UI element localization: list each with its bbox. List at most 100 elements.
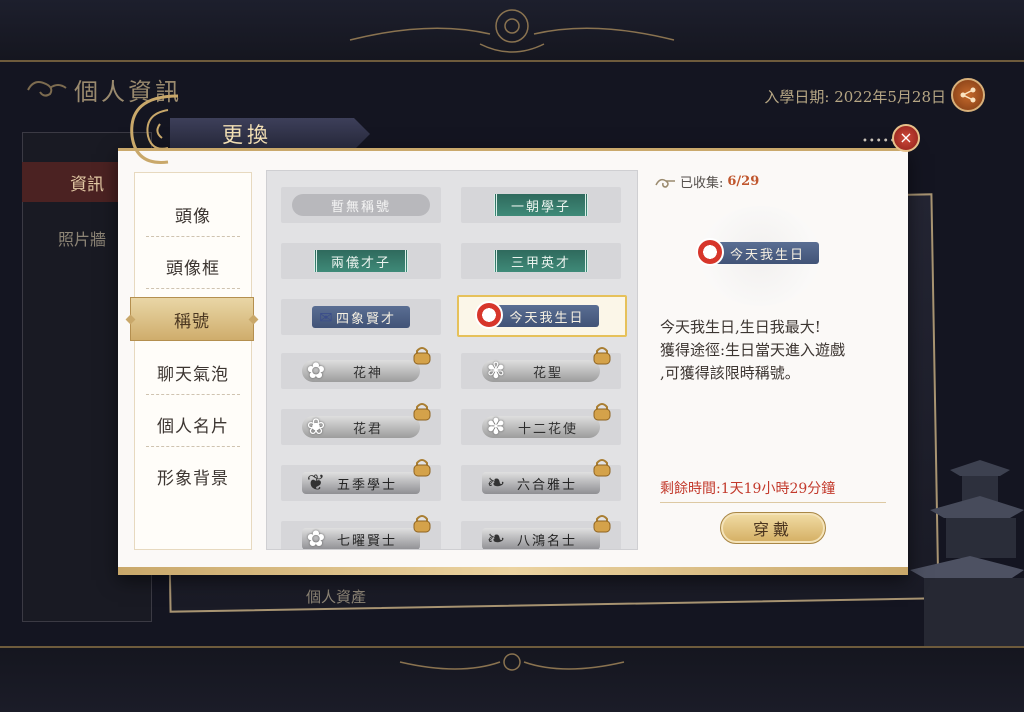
ribbon-icon: ❦: [306, 470, 328, 496]
title-item[interactable]: ✽ 十二花使: [461, 403, 621, 445]
collected-label: 已收集:: [680, 176, 724, 191]
separator: [146, 288, 240, 289]
flower-icon: ❀: [306, 414, 328, 440]
bottom-ornament: [399, 653, 625, 671]
title-badge: ✿ 花神: [302, 359, 420, 384]
category-image-background[interactable]: 形象背景: [134, 450, 252, 502]
title-item[interactable]: ✿ 七曜賢士: [281, 515, 441, 549]
share-button[interactable]: [951, 78, 985, 112]
collected-count: 已收集: 6/29: [654, 172, 759, 191]
preview-title-badge: 今天我生日: [696, 238, 820, 266]
flower-icon: ✽: [486, 414, 508, 440]
category-label: 頭像框: [166, 258, 220, 279]
title-item[interactable]: 兩儀才子: [281, 243, 441, 279]
title-item[interactable]: ❧ 八鴻名士: [461, 515, 621, 549]
lock-icon: [593, 403, 611, 421]
category-label: 稱號: [174, 311, 210, 332]
title-badge: ❧ 八鴻名士: [482, 527, 600, 549]
title-label: 六合雅士: [516, 477, 577, 493]
title-item[interactable]: ✾ 花聖: [461, 347, 621, 389]
desc-line: 獲得途徑:生日當天進入遊戲: [660, 341, 846, 359]
title-item[interactable]: ❀ 花君: [281, 403, 441, 445]
title-badge: ❧ 六合雅士: [482, 471, 600, 496]
dialog-bottom-bar: [118, 567, 908, 575]
divider: [660, 502, 886, 503]
title-badge: ✾ 花聖: [482, 359, 600, 384]
lock-icon: [593, 515, 611, 533]
category-chat-bubble[interactable]: 聊天氣泡: [134, 346, 252, 398]
separator: [146, 394, 240, 395]
separator: [146, 446, 240, 447]
swirl-icon: [655, 178, 675, 188]
category-avatar-frame[interactable]: 頭像框: [134, 240, 252, 292]
category-avatar[interactable]: 頭像: [134, 188, 252, 240]
title-grid: 暫無稱號 一朝學子 兩儀才子 三甲英才 ✉ 四象賢才 今天我生日 ✿ 花神 ✾ …: [266, 170, 638, 550]
scroll-icon: ✉: [319, 307, 335, 327]
category-label: 形象背景: [157, 468, 229, 489]
close-icon: ×: [899, 128, 913, 147]
title-label: 五季學士: [336, 477, 397, 493]
title-badge: ✽ 十二花使: [482, 415, 600, 440]
feather-icon: ❧: [486, 526, 508, 550]
title-item[interactable]: ❦ 五季學士: [281, 459, 441, 501]
desc-line: ,可獲得該限時稱號。: [660, 364, 800, 382]
category-label: 聊天氣泡: [157, 364, 229, 385]
top-ornament: [349, 9, 675, 53]
title-badge: 今天我生日: [696, 238, 820, 266]
title-badge: 兩儀才子: [313, 250, 408, 272]
wear-button[interactable]: 穿戴: [720, 512, 826, 544]
birthday-cake-icon: [475, 301, 504, 329]
title-badge: ✿ 七曜賢士: [302, 527, 420, 549]
personal-assets-label: 個人資產: [306, 588, 367, 606]
enroll-label: 入學日期:: [764, 88, 830, 106]
category-title[interactable]: 稱號: [130, 297, 254, 341]
title-badge: 暫無稱號: [292, 194, 430, 216]
birthday-cake-icon: [696, 238, 724, 266]
title-item[interactable]: 暫無稱號: [281, 187, 441, 223]
title-badge: ❀ 花君: [302, 415, 420, 440]
enroll-value: 2022年5月28日: [834, 88, 946, 106]
lock-icon: [413, 403, 431, 421]
title-label: 花神: [352, 365, 383, 381]
separator: [146, 236, 240, 237]
title-description: 今天我生日,生日我最大! 獲得途徑:生日當天進入遊戲 ,可獲得該限時稱號。: [660, 316, 890, 385]
lock-icon: [413, 515, 431, 533]
title-item[interactable]: 一朝學子: [461, 187, 621, 223]
title-item[interactable]: ✿ 花神: [281, 347, 441, 389]
category-label: 個人名片: [157, 416, 229, 437]
title-item-selected[interactable]: 今天我生日: [457, 295, 627, 337]
title-label: 七曜賢士: [336, 533, 397, 549]
title-item[interactable]: ✉ 四象賢才: [281, 299, 441, 335]
title-label: 花聖: [532, 365, 563, 381]
title-item[interactable]: ❧ 六合雅士: [461, 459, 621, 501]
title-item[interactable]: 三甲英才: [461, 243, 621, 279]
ribbon-icon: ❧: [486, 470, 508, 496]
desc-line: 今天我生日,生日我最大!: [660, 318, 821, 336]
title-label: 四象賢才: [335, 311, 396, 327]
title-label: 十二花使: [517, 421, 578, 437]
lock-icon: [593, 347, 611, 365]
title-label: 今天我生日: [509, 310, 585, 326]
lock-icon: [413, 459, 431, 477]
share-icon: [960, 87, 976, 103]
title-label: 八鴻名士: [516, 533, 577, 549]
tab-photo-wall[interactable]: 照片牆: [58, 226, 106, 250]
dialog-title: 更換: [222, 123, 272, 147]
title-badge: 三甲英才: [493, 250, 588, 272]
lock-icon: [593, 459, 611, 477]
close-button[interactable]: ×: [892, 124, 920, 152]
flower-icon: ✾: [486, 358, 508, 384]
flower-icon: ✿: [306, 526, 328, 550]
title-badge: ✉ 四象賢才: [311, 306, 410, 328]
preview-title-label: 今天我生日: [730, 247, 806, 263]
collected-value: 6/29: [727, 174, 760, 189]
title-badge: 今天我生日: [475, 301, 599, 329]
lock-icon: [413, 347, 431, 365]
flower-icon: ✿: [306, 358, 328, 384]
swirl-icon: [27, 81, 67, 97]
category-label: 頭像: [175, 206, 211, 227]
enroll-date: 入學日期: 2022年5月28日: [764, 86, 946, 107]
palace-illustration: [910, 460, 1024, 646]
category-name-card[interactable]: 個人名片: [134, 398, 252, 450]
remaining-time: 剩餘時間:1天19小時29分鐘: [660, 481, 836, 497]
